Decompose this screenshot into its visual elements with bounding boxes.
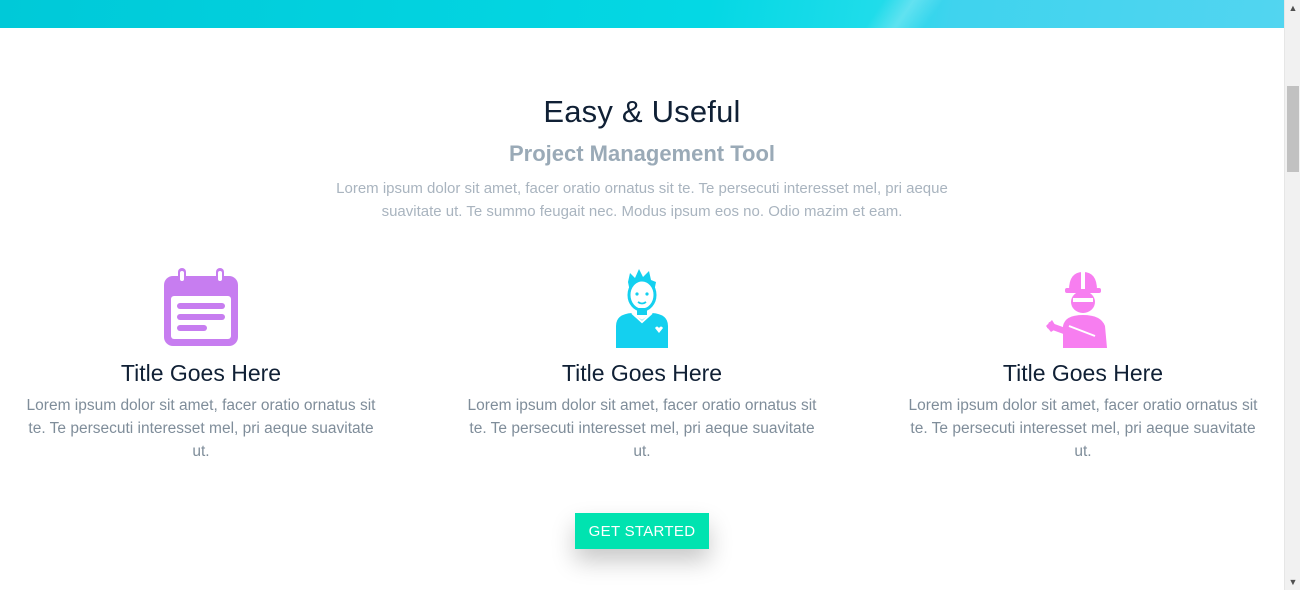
feature-text: Lorem ipsum dolor sit amet, facer oratio…	[26, 397, 376, 460]
feature-text: Lorem ipsum dolor sit amet, facer oratio…	[467, 397, 817, 460]
feature-title: Title Goes Here	[120, 360, 282, 386]
section-description: Lorem ipsum dolor sit amet, facer oratio…	[336, 180, 948, 220]
calendar-icon	[164, 268, 238, 346]
feature-card-1: Title Goes Here Lorem ipsum dolor sit am…	[21, 268, 381, 463]
section-subtitle: Project Management Tool	[508, 141, 776, 166]
top-banner	[0, 0, 1284, 28]
feature-title: Title Goes Here	[1002, 360, 1164, 386]
feature-card-3: Title Goes Here Lorem ipsum dolor sit am…	[903, 268, 1263, 463]
features-section: Easy & Useful Project Management Tool Lo…	[0, 28, 1284, 590]
scroll-up-arrow-icon[interactable]: ▲	[1285, 0, 1300, 16]
banner-sheen	[841, 0, 959, 28]
person-icon	[616, 269, 668, 348]
feature-card-2: Title Goes Here Lorem ipsum dolor sit am…	[462, 268, 822, 463]
scroll-thumb[interactable]	[1287, 86, 1299, 172]
get-started-button[interactable]: GET STARTED	[575, 513, 709, 549]
feature-text: Lorem ipsum dolor sit amet, facer oratio…	[908, 397, 1258, 460]
worker-icon	[1046, 272, 1107, 348]
feature-title: Title Goes Here	[561, 360, 723, 386]
scroll-down-arrow-icon[interactable]: ▼	[1285, 574, 1300, 590]
scrollbar[interactable]: ▲ ▼	[1284, 0, 1300, 590]
section-title: Easy & Useful	[543, 94, 741, 129]
